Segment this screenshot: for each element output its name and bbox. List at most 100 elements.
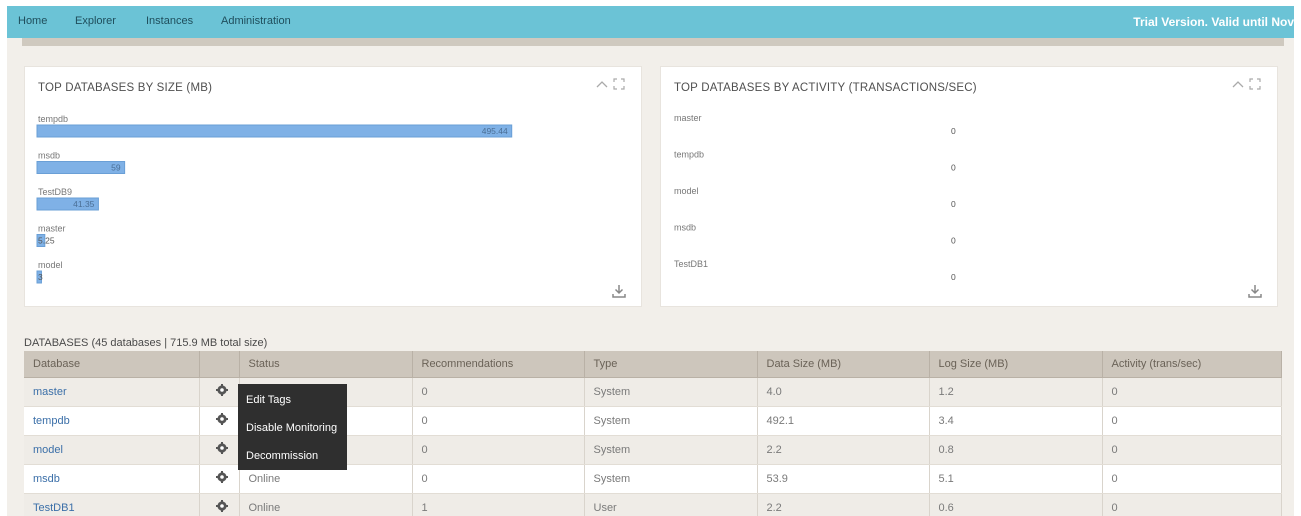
activity-cell: 0 <box>1102 435 1282 465</box>
table-row[interactable]: msdb Online 0 System 53.9 5.1 0 <box>24 464 1282 494</box>
gear-icon[interactable] <box>215 471 228 483</box>
log-size-cell: 3.4 <box>929 406 1103 436</box>
log-size-cell: 0.8 <box>929 435 1103 465</box>
type-cell: System <box>584 464 758 494</box>
col-type[interactable]: Type <box>584 351 758 378</box>
table-row[interactable]: master 0 System 4.0 1.2 0 <box>24 377 1282 407</box>
gear-icon[interactable] <box>215 442 228 454</box>
activity-chart-card: TOP DATABASES BY ACTIVITY (TRANSACTIONS/… <box>660 66 1278 307</box>
table-row[interactable]: model 0 System 2.2 0.8 0 <box>24 435 1282 465</box>
bar-category-label: tempdb <box>38 114 68 124</box>
type-cell: System <box>584 406 758 436</box>
bar-value-label: 41.35 <box>73 199 95 209</box>
bar-category-label: model <box>38 260 63 270</box>
gear-icon[interactable] <box>215 384 228 396</box>
activity-chart-svg: master 0 tempdb 0 model 0 msdb 0 TestDB1 0 <box>674 113 956 282</box>
bar-value-label: 5.25 <box>38 236 55 246</box>
bar-value-label: 3 <box>38 272 43 282</box>
sub-toolbar <box>22 38 1284 46</box>
table-row[interactable]: TestDB1 Online 1 User 2.2 0.6 0 <box>24 493 1282 516</box>
data-size-cell: 4.0 <box>757 377 930 407</box>
top-nav-bar: Home Explorer Instances Administration T… <box>7 6 1294 38</box>
menu-disable-monitoring[interactable]: Disable Monitoring <box>246 422 337 434</box>
activity-cell: 0 <box>1102 377 1282 407</box>
bar-category-label: master <box>38 224 66 234</box>
type-cell: User <box>584 493 758 516</box>
database-name-link[interactable]: model <box>24 435 200 465</box>
bar-value-label: 0 <box>951 126 956 136</box>
activity-cell: 0 <box>1102 493 1282 516</box>
databases-summary: DATABASES (45 databases | 715.9 MB total… <box>24 337 268 349</box>
recommendations-cell: 0 <box>412 406 585 436</box>
download-icon[interactable] <box>611 283 627 299</box>
row-actions <box>199 435 240 465</box>
bar-value-label: 59 <box>111 163 121 173</box>
col-database[interactable]: Database <box>24 351 200 378</box>
bar-category-label: master <box>674 113 702 123</box>
col-log-size[interactable]: Log Size (MB) <box>929 351 1103 378</box>
col-activity[interactable]: Activity (trans/sec) <box>1102 351 1282 378</box>
row-actions <box>199 493 240 516</box>
col-recommendations[interactable]: Recommendations <box>412 351 585 378</box>
col-actions <box>199 351 240 378</box>
recommendations-cell: 0 <box>412 464 585 494</box>
data-size-cell: 492.1 <box>757 406 930 436</box>
status-cell: Online <box>239 493 413 516</box>
gear-icon[interactable] <box>215 500 228 512</box>
data-size-cell: 2.2 <box>757 435 930 465</box>
database-name-link[interactable]: TestDB1 <box>24 493 200 516</box>
nav-home[interactable]: Home <box>18 15 47 27</box>
activity-cell: 0 <box>1102 464 1282 494</box>
bar-category-label: msdb <box>38 151 60 161</box>
gear-context-menu: Edit Tags Disable Monitoring Decommissio… <box>238 384 347 470</box>
bar-category-label: TestDB1 <box>674 259 708 269</box>
activity-cell: 0 <box>1102 406 1282 436</box>
size-chart-title: TOP DATABASES BY SIZE (MB) <box>38 82 213 94</box>
collapse-icon[interactable] <box>595 78 609 92</box>
data-size-cell: 53.9 <box>757 464 930 494</box>
recommendations-cell: 0 <box>412 435 585 465</box>
bar-category-label: msdb <box>674 223 696 233</box>
size-chart-card: TOP DATABASES BY SIZE (MB) tempdb 495.44 m… <box>24 66 642 307</box>
gear-icon[interactable] <box>215 413 228 425</box>
recommendations-cell: 1 <box>412 493 585 516</box>
log-size-cell: 5.1 <box>929 464 1103 494</box>
menu-edit-tags[interactable]: Edit Tags <box>246 394 291 406</box>
bar-category-label: TestDB9 <box>38 187 72 197</box>
bar-category-label: tempdb <box>674 150 704 160</box>
bar-value-label: 0 <box>951 272 956 282</box>
bar-value-label: 495.44 <box>482 126 508 136</box>
activity-chart-title: TOP DATABASES BY ACTIVITY (TRANSACTIONS/… <box>674 82 977 94</box>
type-cell: System <box>584 377 758 407</box>
expand-icon[interactable] <box>613 78 625 93</box>
bar-value-label: 0 <box>951 163 956 173</box>
bar-value-label: 0 <box>951 199 956 209</box>
row-actions <box>199 464 240 494</box>
database-name-link[interactable]: master <box>24 377 200 407</box>
database-name-link[interactable]: tempdb <box>24 406 200 436</box>
log-size-cell: 0.6 <box>929 493 1103 516</box>
log-size-cell: 1.2 <box>929 377 1103 407</box>
size-chart-svg: tempdb 495.44 msdb 59 TestDB941.35 master 5.25… <box>36 114 513 284</box>
menu-decommission[interactable]: Decommission <box>246 450 318 462</box>
database-name-link[interactable]: msdb <box>24 464 200 494</box>
bar-value-label: 0 <box>951 236 956 246</box>
nav-explorer[interactable]: Explorer <box>75 15 116 27</box>
download-icon[interactable] <box>1247 283 1263 299</box>
databases-table: Database Status Recommendations Type Dat… <box>24 351 1282 516</box>
row-actions <box>199 377 240 407</box>
nav-instances[interactable]: Instances <box>146 15 193 27</box>
bar-category-label: model <box>674 186 699 196</box>
expand-icon[interactable] <box>1249 78 1261 93</box>
collapse-icon[interactable] <box>1231 78 1245 92</box>
row-actions <box>199 406 240 436</box>
nav-administration[interactable]: Administration <box>221 15 291 27</box>
data-size-cell: 2.2 <box>757 493 930 516</box>
trial-banner: Trial Version. Valid until Nov <box>1133 15 1294 29</box>
bar[interactable] <box>36 124 513 138</box>
type-cell: System <box>584 435 758 465</box>
col-data-size[interactable]: Data Size (MB) <box>757 351 930 378</box>
table-row[interactable]: tempdb 0 System 492.1 3.4 0 <box>24 406 1282 436</box>
col-status[interactable]: Status <box>239 351 413 378</box>
recommendations-cell: 0 <box>412 377 585 407</box>
